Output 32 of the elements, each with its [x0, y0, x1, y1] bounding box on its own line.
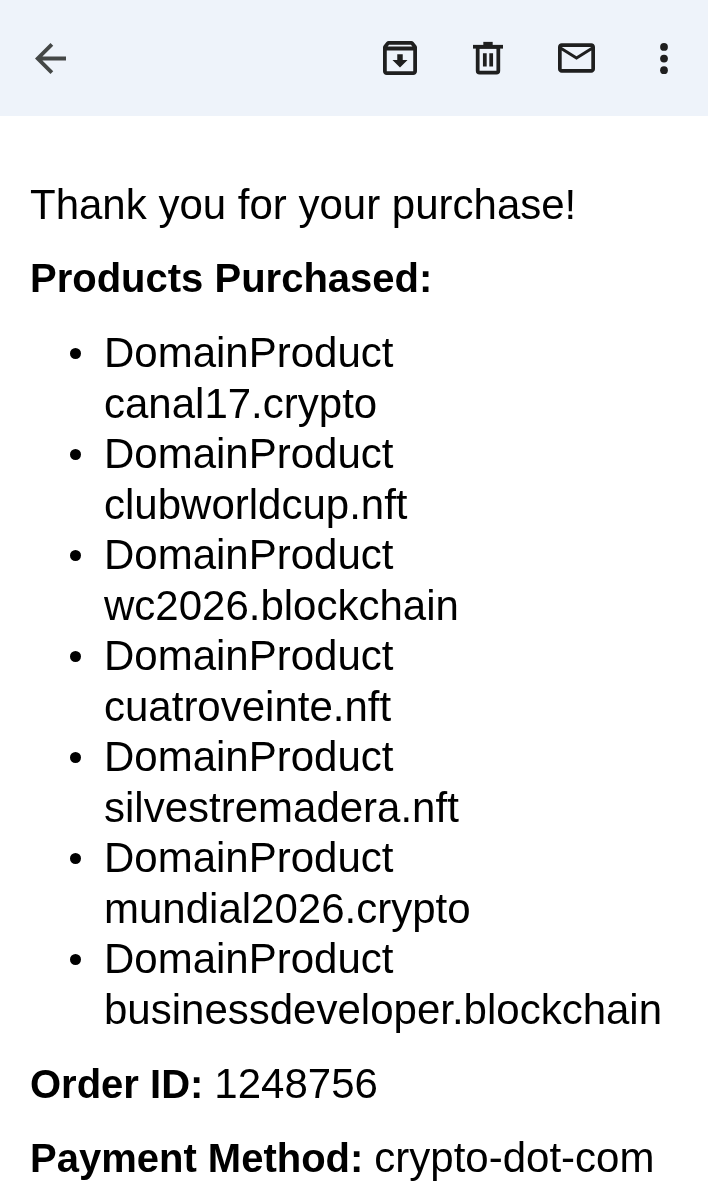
product-type: DomainProduct: [104, 429, 394, 479]
domain-name: businessdeveloper.blockchain: [104, 984, 663, 1035]
bullet-icon: [70, 852, 81, 864]
greeting-text: Thank you for your purchase!: [30, 180, 577, 230]
detail-value: 1248756: [214, 1059, 378, 1109]
bullet-icon: [70, 549, 81, 561]
domain-name: silvestremadera.nft: [104, 782, 459, 833]
product-type: DomainProduct: [104, 530, 394, 580]
domain-name: canal17.crypto: [104, 378, 378, 429]
domain-name: wc2026.blockchain: [104, 580, 459, 631]
domain-name: mundial2026.crypto: [104, 883, 471, 934]
arrow-left-icon: [34, 42, 66, 74]
bullet-icon: [70, 751, 81, 763]
detail-label: Order ID:: [30, 1061, 204, 1108]
detail-value: crypto-dot-com: [374, 1133, 655, 1183]
more-vert-icon: [660, 42, 668, 74]
domain-name: clubworldcup.nft: [104, 479, 408, 530]
archive-box-icon: [383, 41, 417, 75]
envelope-icon: [557, 43, 595, 73]
domain-name: cuatroveinte.nft: [104, 681, 392, 732]
product-type: DomainProduct: [104, 833, 394, 883]
products-heading: Products Purchased:: [30, 255, 433, 302]
trash-icon: [473, 41, 503, 75]
bullet-icon: [70, 953, 81, 965]
product-type: DomainProduct: [104, 732, 394, 782]
product-type: DomainProduct: [104, 934, 394, 984]
detail-label: Payment Method:: [30, 1135, 364, 1182]
product-type: DomainProduct: [104, 328, 394, 378]
bullet-icon: [70, 448, 81, 460]
product-type: DomainProduct: [104, 631, 394, 681]
bullet-icon: [70, 347, 81, 359]
bullet-icon: [70, 650, 81, 662]
